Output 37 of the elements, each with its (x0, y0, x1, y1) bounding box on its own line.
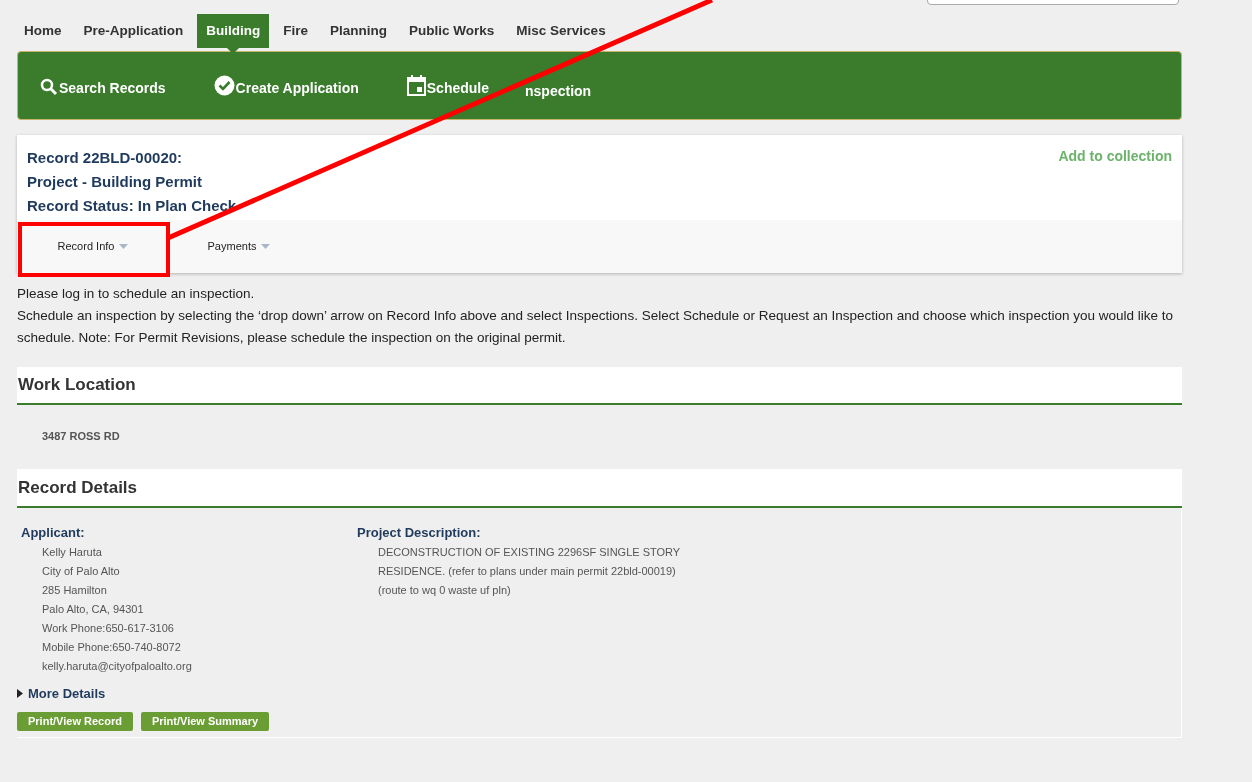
applicant-text: Palo Alto, CA, 94301 (42, 601, 145, 617)
applicant-text: Kelly Haruta (42, 544, 103, 560)
section-title: Record Details (18, 476, 138, 499)
applicant-text: Work Phone:650-617-3106 (42, 620, 175, 636)
notice-text: Schedule an inspection by selecting the ‘drop down’ arrow on Record Info above and select Inspections. Select Schedule or Request an Inspection and choose which inspection you would like to schedule. Note: For Permit Revisions, please schedule the inspection on the original permit. (17, 307, 1174, 347)
nav-tab[interactable]: Public Works (400, 13, 504, 49)
record-heading: Record 22BLD-00020: (27, 148, 184, 168)
nav-tab[interactable]: Planning (321, 13, 397, 49)
search-icon (40, 78, 58, 96)
record-tab[interactable]: Record Info (20, 221, 166, 272)
calendar-icon (406, 75, 426, 96)
record-tab[interactable]: Payments (166, 221, 312, 272)
check-circle-icon (213, 75, 235, 96)
action-bar-link[interactable]: Search Records (40, 75, 166, 96)
nav-tab[interactable]: Misc Services (507, 13, 615, 49)
action-bar-text: nspection (525, 82, 592, 101)
dropdown-caret-icon (261, 244, 271, 249)
applicant-text: City of Palo Alto (42, 563, 121, 579)
nav-tab[interactable]: Home (15, 13, 71, 49)
nav-tab[interactable]: Fire (274, 13, 318, 49)
search-field[interactable] (927, 0, 1179, 5)
applicant-text: 285 Hamilton (42, 582, 108, 598)
action-bar-link[interactable]: Create Application (213, 75, 359, 96)
project-description-text: DECONSTRUCTION OF EXISTING 2296SF SINGLE STORY RESIDENCE. (refer to plans under main permit 22bld-00019) (route to wq 0 waste uf pln) (377, 544, 681, 598)
applicant-text: Mobile Phone:650-740-8072 (42, 639, 182, 655)
section-title: Work Location (18, 374, 136, 397)
dropdown-caret-icon (119, 244, 129, 249)
caret-right-icon (17, 688, 23, 698)
field-label: Project Description: (357, 524, 482, 542)
field-label: Applicant: (21, 524, 86, 542)
record-heading: Project - Building Permit (27, 172, 204, 192)
notice-text: Please log in to schedule an inspection. (17, 285, 256, 303)
action-bar-link[interactable]: Schedule (406, 75, 490, 96)
nav-tab[interactable]: Pre-Application (74, 13, 193, 49)
more-details-toggle[interactable]: More Details (17, 683, 106, 703)
address-text: 3487 ROSS RD (42, 430, 120, 442)
applicant-text: kelly.haruta@cityofpaloalto.org (42, 658, 193, 674)
